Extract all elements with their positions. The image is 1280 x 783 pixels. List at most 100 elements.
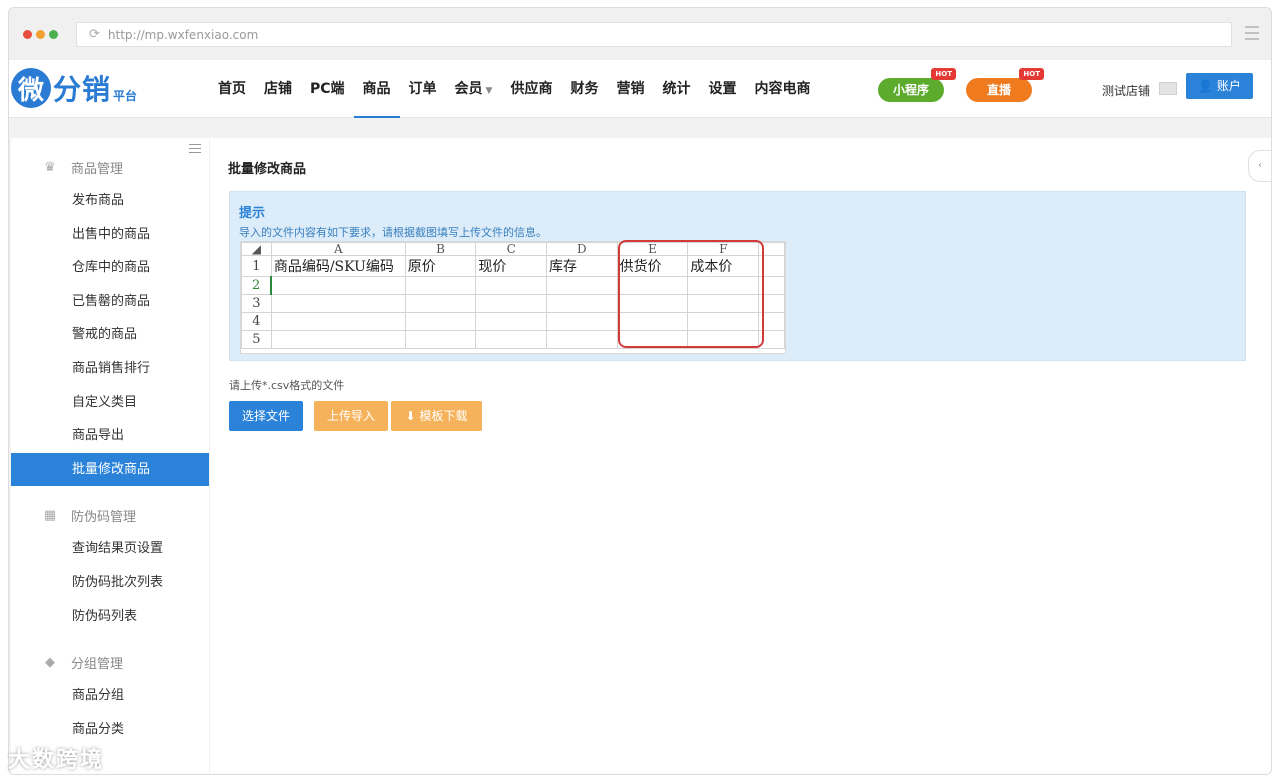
miniprogram-button[interactable]: 小程序 HOT [878, 68, 956, 102]
sheet-col-header: B [404, 242, 477, 256]
sheet-header-cell: 商品编码/SKU编码 [270, 255, 406, 277]
nav-suppliers[interactable]: 供应商 [501, 60, 561, 118]
nav-marketing[interactable]: 营销 [607, 60, 653, 118]
logo-mark: 微 [11, 68, 51, 108]
sheet-row-number: 1 [241, 255, 272, 277]
sidebar-group-label: 商品管理 [71, 161, 124, 177]
download-icon: ⬇ [405, 409, 416, 423]
account-label: 账户 [1216, 79, 1241, 93]
sheet-cell [546, 276, 618, 295]
sidebar-item-publish[interactable]: 发布商品 [11, 184, 209, 218]
collapse-panel-handle[interactable]: ‹ [1248, 150, 1272, 182]
sidebar-item-alert[interactable]: 警戒的商品 [11, 318, 209, 352]
top-navigation: 微 分销 平台 首页 店铺 PC端 商品 订单 会员 ▼ 供应商 财务 营销 统计… [9, 60, 1271, 118]
sidebar-group-label: 分组管理 [71, 656, 124, 672]
user-icon: 👤 [1198, 79, 1214, 93]
sheet-cell [270, 330, 406, 349]
sheet-col-header: C [475, 242, 547, 256]
sheet-cell [270, 312, 406, 331]
sidebar-item-product-groups[interactable]: 商品分组 [11, 679, 209, 713]
sheet-cell [404, 312, 477, 331]
nav-statistics[interactable]: 统计 [653, 60, 699, 118]
maximize-dot[interactable] [49, 30, 58, 39]
live-label: 直播 [986, 83, 1011, 97]
qrcode-icon: ▦ [43, 507, 57, 523]
template-download-label: 模板下载 [419, 409, 468, 423]
logo-subtext: 平台 [113, 88, 138, 103]
sheet-cell [546, 312, 618, 331]
reload-icon[interactable]: ⟳ [89, 27, 100, 42]
sidebar-group-label: 防伪码管理 [71, 509, 137, 525]
nav-members[interactable]: 会员 ▼ [446, 60, 502, 118]
address-bar[interactable]: ⟳ http://mp.wxfenxiao.com [76, 22, 1232, 47]
browser-window: ⟳ http://mp.wxfenxiao.com 微 分销 平台 首页 店铺 … [8, 7, 1272, 775]
nav-menu: 首页 店铺 PC端 商品 订单 会员 ▼ 供应商 财务 营销 统计 设置 内容电商 [209, 60, 819, 118]
sidebar-item-sold-out[interactable]: 已售罄的商品 [11, 285, 209, 319]
sidebar-item-warehouse[interactable]: 仓库中的商品 [11, 251, 209, 285]
upload-import-button[interactable]: 上传导入 [314, 401, 388, 431]
logo[interactable]: 微 分销 平台 [11, 68, 137, 108]
tip-box: 提示 导入的文件内容有如下要求，请根据截图填写上传文件的信息。 ◢ A B C … [229, 191, 1246, 361]
main-content: 批量修改商品 提示 导入的文件内容有如下要求，请根据截图填写上传文件的信息。 ◢… [210, 138, 1271, 774]
sidebar-item-code-batches[interactable]: 防伪码批次列表 [11, 566, 209, 600]
sheet-row-number: 2 [241, 276, 272, 295]
close-dot[interactable] [23, 30, 32, 39]
hot-badge: HOT [1019, 68, 1044, 80]
shop-name[interactable]: 测试店铺 [1102, 82, 1150, 99]
account-button[interactable]: 👤 账户 [1186, 73, 1253, 99]
sidebar-group-grouping[interactable]: ◆ 分组管理 [11, 645, 209, 679]
tag-icon: ◆ [45, 654, 55, 670]
nav-orders[interactable]: 订单 [400, 60, 446, 118]
nav-members-label: 会员 [454, 81, 483, 97]
sidebar-item-code-list[interactable]: 防伪码列表 [11, 600, 209, 634]
sheet-header-cell: 现价 [475, 255, 547, 277]
nav-products[interactable]: 商品 [353, 60, 400, 118]
sheet-col-header: D [546, 242, 618, 256]
sidebar-group-product-management[interactable]: ♛ 商品管理 [11, 150, 209, 184]
nav-finance[interactable]: 财务 [561, 60, 607, 118]
sheet-cell [270, 276, 406, 295]
sheet-cell [404, 330, 477, 349]
sidebar-item-custom-category[interactable]: 自定义类目 [11, 386, 209, 420]
sheet-header-cell: 原价 [404, 255, 477, 277]
watermark: 大数跨境 [8, 748, 105, 773]
mail-icon[interactable] [1159, 82, 1177, 95]
nav-settings[interactable]: 设置 [699, 60, 745, 118]
hot-badge: HOT [931, 68, 956, 80]
live-button[interactable]: 直播 HOT [966, 68, 1044, 102]
highlight-box [618, 240, 764, 348]
basket-icon: ♛ [44, 159, 56, 175]
sidebar-item-batch-edit[interactable]: 批量修改商品 [11, 452, 209, 487]
sheet-corner: ◢ [241, 242, 272, 256]
sheet-cell [475, 330, 547, 349]
nav-shop[interactable]: 店铺 [255, 60, 301, 118]
nav-pc[interactable]: PC端 [301, 60, 354, 118]
sidebar-toggle-icon[interactable] [189, 144, 201, 156]
sheet-cell [270, 294, 406, 313]
tip-title: 提示 [239, 206, 266, 221]
sidebar-group-anticounterfeit[interactable]: ▦ 防伪码管理 [11, 498, 209, 532]
template-download-button[interactable]: ⬇ 模板下载 [391, 401, 482, 431]
sheet-cell [546, 330, 618, 349]
chevron-down-icon: ▼ [485, 86, 493, 96]
sidebar-item-export[interactable]: 商品导出 [11, 419, 209, 453]
browser-menu-icon[interactable] [1245, 26, 1259, 44]
window-controls [23, 30, 58, 39]
sheet-cell [404, 276, 477, 295]
sheet-col-header: A [270, 242, 406, 256]
sheet-cell [475, 276, 547, 295]
sidebar-item-on-sale[interactable]: 出售中的商品 [11, 218, 209, 252]
sheet-cell [475, 312, 547, 331]
minimize-dot[interactable] [36, 30, 45, 39]
nav-content-commerce[interactable]: 内容电商 [745, 60, 819, 118]
sheet-row-number: 4 [241, 312, 272, 331]
sheet-cell [475, 294, 547, 313]
nav-home[interactable]: 首页 [209, 60, 255, 118]
sheet-row-number: 5 [241, 330, 272, 349]
sidebar-item-query-result-settings[interactable]: 查询结果页设置 [11, 532, 209, 566]
sidebar-item-sales-ranking[interactable]: 商品销售排行 [11, 352, 209, 386]
miniprogram-label: 小程序 [892, 83, 929, 97]
select-file-button[interactable]: 选择文件 [229, 401, 303, 431]
browser-bar: ⟳ http://mp.wxfenxiao.com [9, 8, 1271, 60]
sheet-header-cell: 库存 [546, 255, 618, 277]
